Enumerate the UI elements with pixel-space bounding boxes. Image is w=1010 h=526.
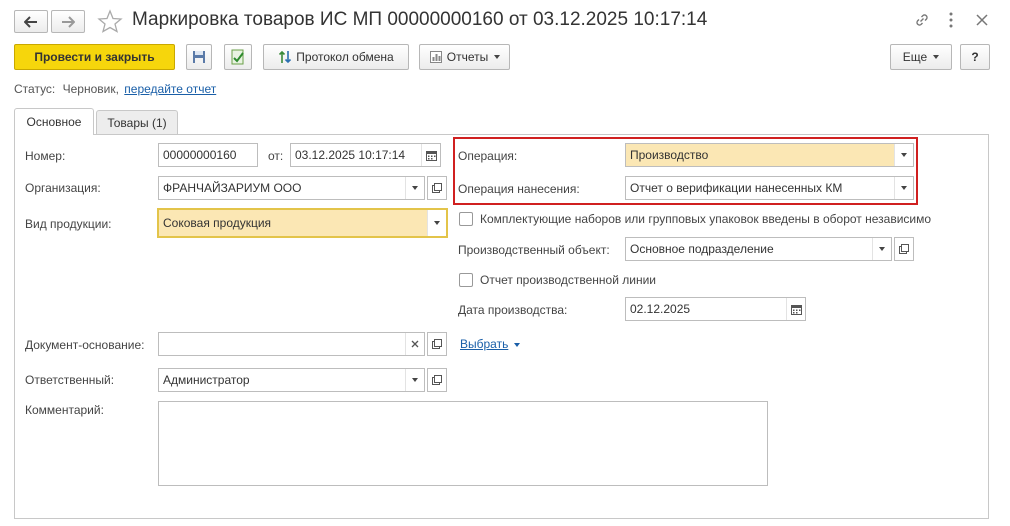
chevron-down-icon [494,55,501,59]
line-report-checkbox[interactable] [459,273,473,287]
status-line: Статус: Черновик, передайте отчет [14,82,216,96]
chevron-down-icon [901,153,907,157]
exchange-protocol-label: Протокол обмена [296,50,394,64]
responsible-field[interactable]: Администратор [158,368,425,392]
reports-label: Отчеты [446,50,489,64]
organization-dropdown[interactable] [405,177,424,199]
choose-link[interactable]: Выбрать [460,337,520,351]
arrow-left-icon [24,15,37,28]
post-and-close-button[interactable]: Провести и закрыть [14,44,175,70]
back-button[interactable] [14,10,48,33]
from-label: от: [268,149,284,163]
operation-label: Операция: [458,149,518,163]
production-object-label: Производственный объект: [458,243,610,257]
send-report-link[interactable]: передайте отчет [124,82,216,96]
production-date-value: 02.12.2025 [630,302,691,316]
calendar-button[interactable] [421,144,440,166]
open-form-icon [899,244,909,254]
base-document-open-button[interactable] [427,332,447,356]
responsible-label: Ответственный: [25,373,115,387]
forward-button[interactable] [51,10,85,33]
chevron-down-icon [434,221,440,225]
link-icon[interactable] [914,12,930,31]
calendar-icon [790,304,802,315]
help-button[interactable]: ? [960,44,990,70]
post-document-icon [231,49,244,65]
save-button[interactable] [186,44,212,70]
comment-textarea[interactable] [158,401,768,486]
apply-operation-field[interactable]: Отчет о верификации нанесенных КМ [625,176,914,200]
more-options-icon[interactable] [948,11,954,29]
organization-value: ФРАНЧАЙЗАРИУМ ООО [163,181,302,195]
number-label: Номер: [25,149,66,163]
open-form-icon [432,339,442,349]
post-and-close-label: Провести и закрыть [34,50,155,64]
comment-label: Комментарий: [25,403,104,417]
organization-open-button[interactable] [427,176,447,200]
product-type-dropdown[interactable] [427,210,446,236]
organization-field[interactable]: ФРАНЧАЙЗАРИУМ ООО [158,176,425,200]
reports-icon [429,51,442,63]
apply-operation-dropdown[interactable] [894,177,913,199]
kits-checkbox-label: Комплектующие наборов или групповых упак… [480,212,932,226]
more-button[interactable]: Еще [890,44,952,70]
status-value: Черновик, [62,82,119,96]
tab-main[interactable]: Основное [14,108,94,135]
production-object-open-button[interactable] [894,237,914,261]
clear-icon [411,340,419,348]
kits-checkbox[interactable] [459,212,473,226]
open-form-icon [432,375,442,385]
chevron-down-icon [513,342,520,347]
date-value: 03.12.2025 10:17:14 [295,148,406,162]
chevron-down-icon [879,247,885,251]
open-form-icon [432,183,442,193]
date-field[interactable]: 03.12.2025 10:17:14 [290,143,441,167]
production-object-field[interactable]: Основное подразделение [625,237,892,261]
number-value: 00000000160 [163,148,237,162]
organization-label: Организация: [25,181,101,195]
calendar-icon [425,150,437,161]
exchange-icon [279,50,292,64]
status-label: Статус: [14,82,56,96]
product-type-label: Вид продукции: [25,217,112,231]
chevron-down-icon [412,186,418,190]
apply-operation-label: Операция нанесения: [458,182,580,196]
production-date-field[interactable]: 02.12.2025 [625,297,806,321]
responsible-open-button[interactable] [427,368,447,392]
clear-button[interactable] [405,333,424,355]
base-document-label: Документ-основание: [25,338,145,352]
base-document-field[interactable] [158,332,425,356]
choose-link-label: Выбрать [460,337,509,351]
responsible-dropdown[interactable] [405,369,424,391]
exchange-protocol-button[interactable]: Протокол обмена [263,44,409,70]
production-date-label: Дата производства: [458,303,568,317]
chevron-down-icon [901,186,907,190]
reports-button[interactable]: Отчеты [419,44,510,70]
operation-field[interactable]: Производство [625,143,914,167]
arrow-right-icon [62,15,75,28]
responsible-value: Администратор [163,373,250,387]
apply-operation-value: Отчет о верификации нанесенных КМ [630,181,843,195]
tab-main-label: Основное [26,115,82,129]
more-label: Еще [902,50,928,64]
production-object-value: Основное подразделение [630,242,774,256]
chevron-down-icon [412,378,418,382]
number-field[interactable]: 00000000160 [158,143,258,167]
chevron-down-icon [933,55,940,59]
favorite-star-icon[interactable] [97,9,123,36]
tab-goods[interactable]: Товары (1) [96,110,178,134]
operation-value: Производство [630,148,709,162]
tab-goods-label: Товары (1) [107,115,167,130]
help-label: ? [971,50,979,64]
production-object-dropdown[interactable] [872,238,891,260]
save-icon [193,51,205,63]
post-button[interactable] [224,44,252,70]
calendar-button[interactable] [786,298,805,320]
operation-dropdown[interactable] [894,144,913,166]
close-icon[interactable] [976,14,988,29]
window-title: Маркировка товаров ИС МП 00000000160 от … [132,9,708,30]
product-type-field[interactable]: Соковая продукция [157,208,448,238]
line-report-label: Отчет производственной линии [480,273,657,287]
product-type-value: Соковая продукция [163,216,272,230]
